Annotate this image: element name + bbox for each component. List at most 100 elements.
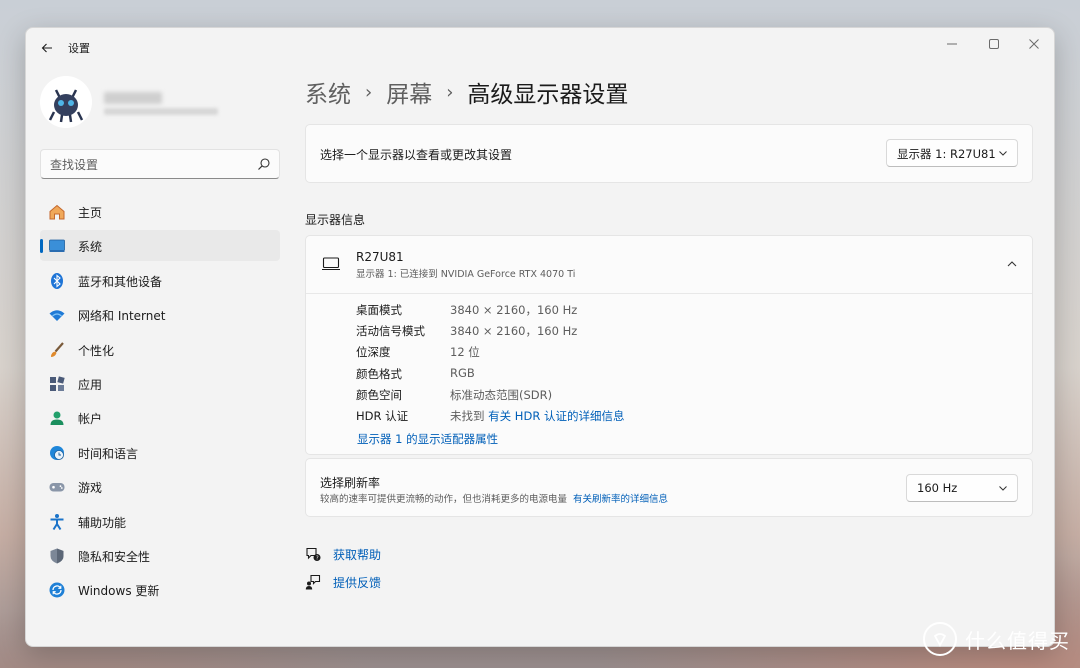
refresh-rate-dropdown[interactable]: 160 Hz <box>906 474 1018 502</box>
app-title: 设置 <box>68 42 90 55</box>
display-select-label: 选择一个显示器以查看或更改其设置 <box>320 148 513 162</box>
sidebar-item-label: 游戏 <box>78 481 103 496</box>
clock-globe-icon <box>48 444 66 462</box>
active-indicator <box>40 239 43 254</box>
chevron-right-icon: › <box>446 81 454 103</box>
refresh-rate-title: 选择刷新率 <box>320 476 381 490</box>
sidebar-item-accessibility[interactable]: 辅助功能 <box>40 506 280 537</box>
sidebar-item-apps[interactable]: 应用 <box>40 368 280 399</box>
accessibility-icon <box>48 513 66 531</box>
display-select-dropdown[interactable]: 显示器 1: R27U81 <box>886 139 1018 167</box>
display-select-card: 选择一个显示器以查看或更改其设置 显示器 1: R27U81 <box>305 124 1033 183</box>
search-icon <box>258 158 270 170</box>
avatar-robot-icon <box>40 76 92 128</box>
breadcrumb-display[interactable]: 屏幕 <box>386 75 432 109</box>
refresh-rate-card: 选择刷新率 较高的速率可提供更流畅的动作，但也消耗更多的电源电量 有关刷新率的详细… <box>305 458 1033 517</box>
sidebar-item-label: 时间和语言 <box>78 446 139 461</box>
display-info-section-title: 显示器信息 <box>305 213 366 227</box>
maximize-icon <box>989 39 999 49</box>
sidebar-item-system[interactable]: 系统 <box>40 230 280 262</box>
refresh-rate-details-link[interactable]: 有关刷新率的详细信息 <box>573 494 668 505</box>
page-title: 高级显示器设置 <box>467 82 629 108</box>
watermark-logo-icon <box>923 622 957 656</box>
display-adapter-properties-link[interactable]: 显示器 1 的显示适配器属性 <box>357 431 498 447</box>
display-info-card: R27U81 显示器 1: 已连接到 NVIDIA GeForce RTX 40… <box>305 235 1033 455</box>
sidebar-item-privacy[interactable]: 隐私和安全性 <box>40 540 280 571</box>
help-icon: ? <box>306 547 321 562</box>
user-name-redacted <box>104 92 162 104</box>
system-icon <box>48 237 66 255</box>
sidebar-item-label: 网络和 Internet <box>78 309 166 324</box>
display-info-header[interactable]: R27U81 显示器 1: 已连接到 NVIDIA GeForce RTX 40… <box>306 236 1032 294</box>
hdr-details-link[interactable]: 有关 HDR 认证的详细信息 <box>488 409 624 423</box>
avatar <box>40 76 92 128</box>
sidebar-item-network[interactable]: 网络和 Internet <box>40 299 280 330</box>
info-key: 桌面模式 <box>356 303 402 317</box>
info-value: RGB <box>450 365 475 380</box>
title-bar: 设置 <box>26 28 1054 68</box>
sidebar-nav: 主页 系统 蓝牙和其他设备 网络和 Internet 个性化 应用 帐户 时间和… <box>40 196 280 609</box>
breadcrumb: 系统 › 屏幕 › 高级显示器设置 <box>305 75 629 109</box>
refresh-rate-desc-text: 较高的速率可提供更流畅的动作，但也消耗更多的电源电量 <box>320 494 568 505</box>
settings-window: 设置 查找设置 主页 系统 蓝牙和其他设备 网络和 Internet 个性化 应… <box>25 27 1055 647</box>
info-value: 12 位 <box>450 345 480 360</box>
hdr-status: 未找到 <box>450 408 485 423</box>
sidebar-item-label: 蓝牙和其他设备 <box>78 274 163 289</box>
back-button[interactable] <box>36 37 58 59</box>
brush-icon <box>48 341 66 359</box>
search-placeholder: 查找设置 <box>50 158 99 172</box>
minimize-icon <box>947 43 957 45</box>
sidebar-item-label: 主页 <box>78 206 103 220</box>
info-value: 3840 × 2160，160 Hz <box>450 324 578 339</box>
sidebar-item-time-language[interactable]: 时间和语言 <box>40 437 280 468</box>
watermark: 什么值得买 <box>923 622 1070 656</box>
close-button[interactable] <box>1014 32 1054 56</box>
account-icon <box>48 409 66 427</box>
monitor-icon <box>322 257 340 271</box>
info-value: 3840 × 2160，160 Hz <box>450 303 578 317</box>
feedback-link[interactable]: 提供反馈 <box>305 572 381 592</box>
bluetooth-icon <box>48 272 66 290</box>
sidebar-item-bluetooth[interactable]: 蓝牙和其他设备 <box>40 265 280 296</box>
sidebar-item-label: 应用 <box>78 377 103 392</box>
search-input[interactable]: 查找设置 <box>40 149 280 179</box>
info-key: HDR 认证 <box>356 408 409 423</box>
minimize-button[interactable] <box>932 32 972 56</box>
user-profile[interactable] <box>40 76 290 132</box>
sidebar-item-home[interactable]: 主页 <box>40 196 280 227</box>
info-value: 标准动态范围(SDR) <box>450 387 553 402</box>
refresh-rate-description: 较高的速率可提供更流畅的动作，但也消耗更多的电源电量 有关刷新率的详细信息 <box>320 491 668 505</box>
maximize-button[interactable] <box>974 32 1014 56</box>
sidebar-item-gaming[interactable]: 游戏 <box>40 471 280 502</box>
apps-icon <box>48 375 66 393</box>
svg-text:?: ? <box>316 556 319 562</box>
home-icon <box>48 203 66 221</box>
refresh-rate-value: 160 Hz <box>917 481 958 495</box>
breadcrumb-system[interactable]: 系统 <box>305 75 351 109</box>
update-icon <box>48 581 66 599</box>
info-key: 位深度 <box>356 345 391 360</box>
gamepad-icon <box>48 478 66 496</box>
close-icon <box>1029 39 1039 49</box>
feedback-icon <box>305 574 321 590</box>
info-key: 活动信号模式 <box>356 324 425 339</box>
sidebar-item-personalization[interactable]: 个性化 <box>40 334 280 365</box>
chevron-up-icon[interactable] <box>1006 258 1018 270</box>
wifi-icon <box>48 306 66 324</box>
get-help-link[interactable]: ? 获取帮助 <box>305 544 381 564</box>
sidebar-item-accounts[interactable]: 帐户 <box>40 402 280 433</box>
info-value: 未找到 有关 HDR 认证的详细信息 <box>450 408 624 424</box>
sidebar-item-label: 隐私和安全性 <box>78 549 151 564</box>
shield-icon <box>48 547 66 565</box>
sidebar-item-windows-update[interactable]: Windows 更新 <box>40 574 280 605</box>
monitor-name: R27U81 <box>356 250 404 264</box>
feedback-label: 提供反馈 <box>333 575 382 590</box>
sidebar-item-label: Windows 更新 <box>78 584 160 599</box>
sidebar-item-label: 辅助功能 <box>78 515 127 530</box>
chevron-down-icon <box>999 486 1007 491</box>
sidebar-item-label: 系统 <box>78 240 103 255</box>
sidebar-item-label: 帐户 <box>78 412 103 427</box>
sidebar-item-label: 个性化 <box>78 343 115 358</box>
display-select-value: 显示器 1: R27U81 <box>897 147 996 161</box>
user-email-redacted <box>104 108 218 115</box>
